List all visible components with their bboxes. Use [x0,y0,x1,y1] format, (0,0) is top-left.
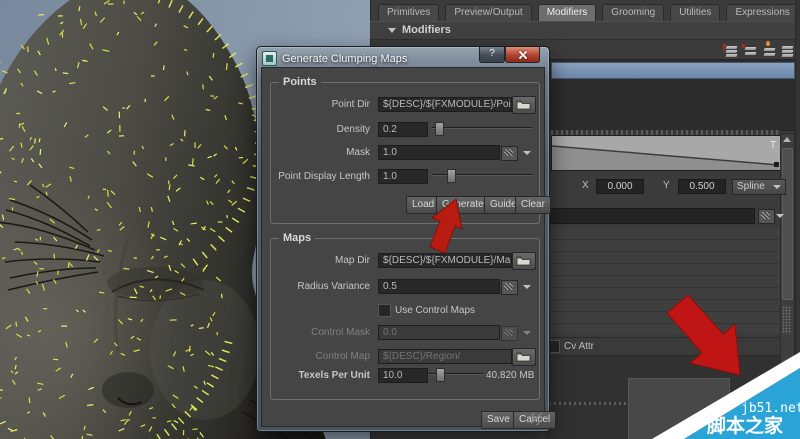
tab-modifiers[interactable]: Modifiers [537,4,597,21]
use-control-maps-checkbox[interactable] [378,304,391,317]
point-dir-input[interactable]: ${DESC}/${FXMODULE}/Points/ [378,97,512,112]
dialog-body: Points Point Dir ${DESC}/${FXMODULE}/Poi… [261,67,557,429]
curve-x-value[interactable]: 0.000 [596,179,644,194]
mask-label: Mask [346,147,370,158]
attribute-rows-area [549,228,781,334]
close-button[interactable] [505,47,540,63]
help-button[interactable]: ? [479,47,505,63]
layers-mail-icon[interactable] [742,44,758,56]
scroll-up-icon[interactable] [783,137,791,142]
control-mask-input: 0.0 [378,325,500,340]
panel-edge-strip [795,0,800,439]
expression-field[interactable] [549,208,755,224]
map-dir-input[interactable]: ${DESC}/${FXMODULE}/Maps/ [378,253,512,268]
tab-expressions[interactable]: Expressions [726,4,799,21]
dialog-icon [262,51,277,66]
modifiers-section-title: Modifiers [402,24,451,36]
popup-fragment [628,378,730,439]
falloff-ramp-editor[interactable]: T [551,135,782,171]
panel-tab-bar: Primitives Preview/Output Modifiers Groomin… [370,0,800,22]
tab-utilities[interactable]: Utilities [670,4,721,21]
scrollbar-thumb[interactable] [782,148,793,300]
point-display-length-input[interactable]: 1.0 [378,169,428,184]
generate-clumping-maps-dialog: Generate Clumping Maps ? Points Point Di… [256,46,557,432]
layers-flame-icon[interactable] [761,41,777,57]
point-dir-browse-button[interactable] [512,96,536,114]
maps-group-title: Maps [279,232,316,244]
radius-variance-dropdown-icon[interactable] [523,285,531,289]
interpolation-dropdown[interactable]: Spline [732,179,786,195]
control-map-browse-button[interactable] [512,348,536,366]
chevron-down-icon [773,185,781,189]
curve-y-value[interactable]: 0.500 [678,179,726,194]
texels-per-unit-input[interactable]: 10.0 [378,368,428,383]
radius-variance-map-button[interactable] [501,280,518,295]
density-slider[interactable] [432,122,532,136]
texels-per-unit-label: Texels Per Unit [298,370,370,381]
point-dir-label: Point Dir [331,99,370,110]
point-display-length-label: Point Display Length [278,171,370,182]
map-dir-browse-button[interactable] [512,252,536,270]
dotted-divider [549,402,629,405]
map-size-estimate: 40.820 MB [486,370,535,381]
tab-grooming[interactable]: Grooming [602,4,665,21]
mask-dropdown-icon[interactable] [523,151,531,155]
folder-icon [516,256,531,266]
ramp-marker-label: T [770,140,776,151]
control-mask-dropdown-icon [523,331,531,335]
radius-variance-input[interactable]: 0.5 [378,279,500,294]
tab-preview-output[interactable]: Preview/Output [445,4,532,21]
control-mask-map-button [501,326,518,341]
resize-grip[interactable] [531,413,543,425]
chevron-down-icon[interactable] [776,214,784,218]
clear-button[interactable]: Clear [515,196,551,214]
dialog-title-bar[interactable]: Generate Clumping Maps [262,50,479,67]
mask-map-button[interactable] [501,146,518,161]
selected-modifier-row[interactable] [551,62,795,79]
map-dir-label: Map Dir [334,255,370,266]
use-control-maps-label: Use Control Maps [395,305,476,316]
application-window: Primitives Preview/Output Modifiers Groomin… [0,0,800,439]
folder-icon [516,352,531,362]
control-map-input: ${DESC}/Region/ [378,349,512,364]
scrollbar-grip [782,306,791,334]
curve-y-label: Y [663,180,670,191]
control-map-label: Control Map [315,351,370,362]
close-icon [519,51,527,59]
save-button[interactable]: Save [481,411,516,429]
points-group-title: Points [279,76,321,88]
density-input[interactable]: 0.2 [378,122,428,137]
modifiers-section-header[interactable]: Modifiers [370,22,800,40]
layers-doc-icon[interactable] [779,44,795,58]
dialog-title: Generate Clumping Maps [282,52,408,65]
collapse-triangle-icon [388,28,396,33]
folder-icon [516,100,531,110]
texels-per-unit-slider[interactable] [428,368,484,382]
layers-red-bar-icon[interactable] [723,44,739,58]
control-mask-label: Control Mask [311,327,370,338]
point-display-length-slider[interactable] [432,169,532,183]
map-icon-button[interactable] [758,209,775,224]
ramp-end-key[interactable] [774,162,779,167]
cv-attr-label: Cv Attr [564,341,595,352]
mask-input[interactable]: 1.0 [378,145,500,160]
curve-x-label: X [582,180,589,191]
tab-primitives[interactable]: Primitives [378,4,440,21]
cv-attr-row: Cv Attr [545,337,783,356]
generate-button[interactable]: Generate [436,196,490,214]
radius-variance-label: Radius Variance [297,281,370,292]
density-label: Density [336,124,370,135]
